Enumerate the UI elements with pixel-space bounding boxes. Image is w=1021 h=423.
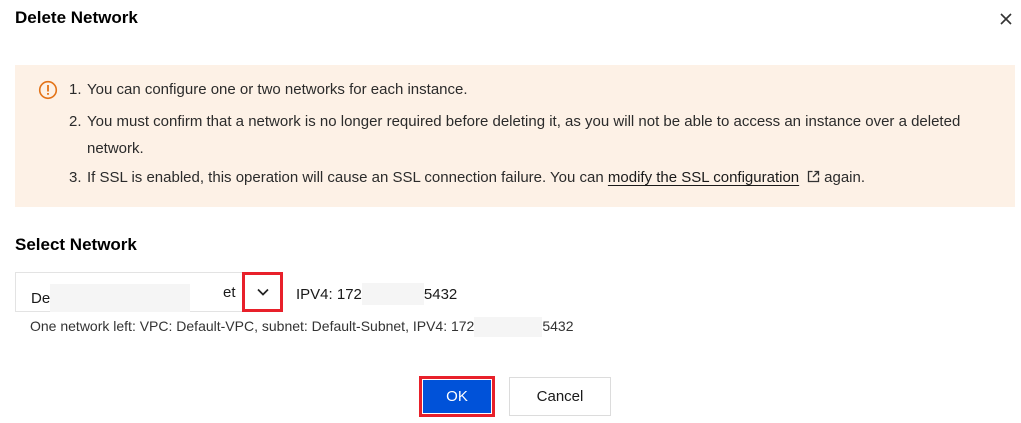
redacted-mask [474,317,543,337]
ok-button[interactable]: OK [419,376,495,417]
delete-network-dialog: Delete Network 1. You can configure one … [0,0,1021,423]
alert-item-text: You can configure one or two networks fo… [87,81,468,98]
note-prefix: One network left: VPC: Default-VPC, subn… [30,318,475,334]
alert-item-number: 2. [69,113,82,130]
alert-text-before-link: If SSL is enabled, this operation will c… [87,169,608,186]
select-value: De [31,284,191,312]
alert-item-number: 3. [69,169,82,186]
note-suffix: 5432 [542,318,574,334]
select-value-end: et [223,284,236,301]
alert-item: 1. You can configure one or two networks… [69,80,1003,100]
alert-item-text: If SSL is enabled, this operation will c… [87,168,1003,188]
close-button[interactable] [996,9,1016,29]
warning-circle-icon [38,80,58,100]
warning-alert: 1. You can configure one or two networks… [15,65,1015,207]
alert-item-text: You must confirm that a network is no lo… [87,113,961,157]
ok-button-focus-ring [422,379,492,414]
redacted-mask [50,284,191,312]
selected-network-ipv4: IPV4: 172 5432 [296,283,457,305]
dropdown-toggle[interactable] [242,272,283,312]
alert-item: 2. You must confirm that a network is no… [69,112,1003,162]
alert-list: 1. You can configure one or two networks… [69,80,1003,188]
chevron-down-icon [256,288,269,296]
modify-ssl-configuration-link[interactable]: modify the SSL configuration [608,169,799,186]
external-link-icon[interactable] [807,170,820,183]
alert-item-number: 1. [69,81,82,98]
alert-item: 3. If SSL is enabled, this operation wil… [69,168,1003,188]
ipv4-prefix: IPV4: 172 [296,286,362,303]
dialog-title: Delete Network [15,8,138,27]
cancel-button[interactable]: Cancel [509,377,611,416]
cancel-button-label: Cancel [536,388,584,405]
alert-text-after-link: again. [824,169,866,186]
remaining-network-note: One network left: VPC: Default-VPC, subn… [30,317,574,337]
network-select[interactable]: De et [15,272,283,312]
ipv4-suffix: 5432 [423,286,458,303]
redacted-mask [361,283,424,305]
close-icon [1000,13,1012,25]
select-value-start: De [31,290,51,307]
select-network-heading: Select Network [15,235,137,254]
